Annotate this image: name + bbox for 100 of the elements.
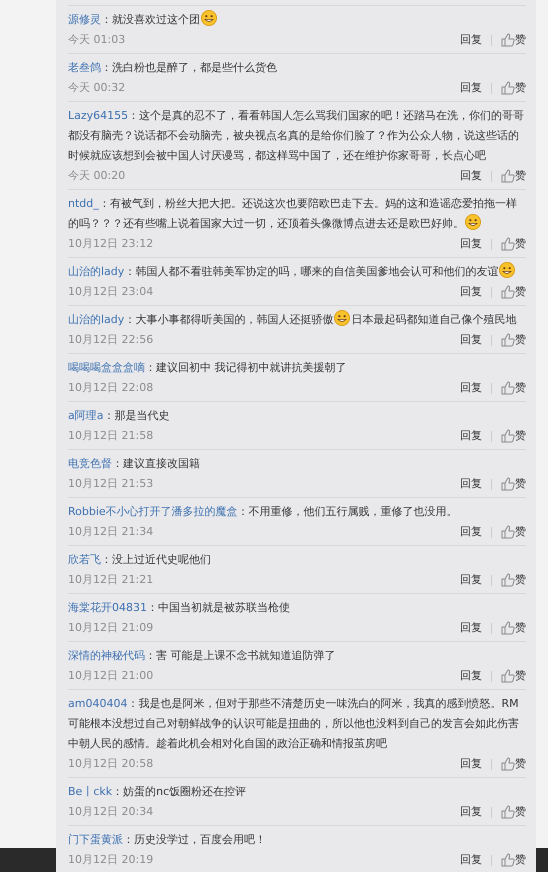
username-link[interactable]: 门下蛋黄派 [68,833,123,846]
comment-text: 深情的神秘代码：害 可能是上课不念书就知道追防弹了 [68,648,336,664]
like-link[interactable]: 赞 [515,282,526,302]
thumbs-up-icon[interactable] [501,477,515,491]
comment-time: 10月12日 20:58 [68,756,154,772]
like-link[interactable]: 赞 [515,570,526,590]
like-link[interactable]: 赞 [515,426,526,446]
thumbs-up-icon[interactable] [501,621,515,635]
username-link[interactable]: 源修灵 [68,13,101,26]
smiley-icon [201,10,217,26]
thumbs-up-icon[interactable] [501,757,515,771]
comment-text: Robbie不小心打开了潘多拉的魔盒：不用重修，他们五行属贱，重修了也没用。 [68,504,459,520]
reply-link[interactable]: 回复 [460,426,482,446]
username-link[interactable]: 老叁鸽 [68,61,101,74]
reply-link[interactable]: 回复 [460,78,482,98]
username-link[interactable]: a阿理a [68,409,104,422]
comment-text: 门下蛋黄派：历史没学过，百度会用吧！ [68,832,267,848]
reply-link[interactable]: 回复 [460,666,482,686]
comment-time: 10月12日 23:12 [68,236,154,252]
username-link[interactable]: 欣若飞 [68,553,101,566]
comment-text: 海棠花开04831：中国当初就是被苏联当枪使 [68,600,291,616]
thumbs-up-icon[interactable] [501,333,515,347]
username-link[interactable]: 喝喝喝盒盒盒嘀 [68,361,145,374]
like-link[interactable]: 赞 [515,330,526,350]
comment-time: 10月12日 21:58 [68,428,154,444]
comment-time: 今天 00:20 [68,168,126,184]
username-link[interactable]: ntdd_ [68,197,99,210]
comment-text: 欣若飞：没上过近代史呢他们 [68,552,212,568]
like-link[interactable]: 赞 [515,618,526,638]
comment-time: 10月12日 22:56 [68,332,154,348]
thumbs-up-icon[interactable] [501,525,515,539]
comment-time: 10月12日 20:19 [68,852,154,868]
comment-text: 喝喝喝盒盒盒嘀：建议回初中 我记得初中就讲抗美援朝了 [68,360,348,376]
comment-time: 10月12日 21:21 [68,572,154,588]
smiley-icon [499,262,516,278]
like-link[interactable]: 赞 [515,666,526,686]
thumbs-up-icon[interactable] [501,81,515,95]
reply-link[interactable]: 回复 [460,378,482,398]
thumbs-up-icon[interactable] [501,853,515,867]
reply-link[interactable]: 回复 [460,474,482,494]
like-link[interactable]: 赞 [515,166,526,186]
thumbs-up-icon[interactable] [501,573,515,587]
thumbs-up-icon[interactable] [501,169,515,183]
thumbs-up-icon[interactable] [501,669,515,683]
reply-link[interactable]: 回复 [460,234,482,254]
thumbs-up-icon[interactable] [501,285,515,299]
thumbs-up-icon[interactable] [501,805,515,819]
reply-link[interactable]: 回复 [460,166,482,186]
username-link[interactable]: 电竞色督 [68,457,112,470]
comment-text: ntdd_：有被气到，粉丝大把大把。还说这次也要陪欧巴走下去。妈的这和造谣恋爱拍拖一样的吗？？？还有些嘴上说着国家大过一切，还顶着头像微博点进去还是欧巴好帅。 [68,196,518,232]
like-link[interactable]: 赞 [515,802,526,822]
reply-link[interactable]: 回复 [460,850,482,870]
username-link[interactable]: 深情的神秘代码 [68,649,145,662]
username-link[interactable]: Be丨ckk [68,785,112,798]
username-link[interactable]: 山治的lady [68,265,124,278]
comment-text: a阿理a：那是当代史 [68,408,170,424]
comment-text: 电竞色督：建议直接改国籍 [68,456,201,472]
comment-time: 10月12日 20:34 [68,804,154,820]
username-link[interactable]: am040404 [68,697,128,710]
reply-link[interactable]: 回复 [460,522,482,542]
reply-link[interactable]: 回复 [460,802,482,822]
username-link[interactable]: Robbie不小心打开了潘多拉的魔盒 [68,505,238,518]
thumbs-up-icon[interactable] [501,381,515,395]
reply-link[interactable]: 回复 [460,30,482,50]
reply-link[interactable]: 回复 [460,618,482,638]
comment-time: 10月12日 21:09 [68,620,154,636]
reply-link[interactable]: 回复 [460,570,482,590]
comment-time: 今天 00:32 [68,80,126,96]
comment-time: 10月12日 21:53 [68,476,154,492]
smiley-icon [334,310,350,326]
like-link[interactable]: 赞 [515,234,526,254]
thumbs-up-icon[interactable] [501,237,515,251]
thumbs-up-icon[interactable] [501,33,515,47]
comment-time: 10月12日 23:04 [68,284,154,300]
comment-text: Lazy64155：这个是真的忍不了，看看韩国人怎么骂我们国家的吧！还踏马在洗，你们的哥哥都没有脑壳？说话都不会动脑壳，被央视点名真的是给你们脸了？作为公众人物，说这些话的时候就应该想到会被中国人讨厌谩骂，都这样骂中国了，还在维护你家哥哥，长点心吧 [68,108,526,164]
like-link[interactable]: 赞 [515,78,526,98]
like-link[interactable]: 赞 [515,522,526,542]
comment-time: 10月12日 21:00 [68,668,154,684]
comment-time: 10月12日 22:08 [68,380,154,396]
like-link[interactable]: 赞 [515,378,526,398]
username-link[interactable]: 海棠花开04831 [68,601,147,614]
like-link[interactable]: 赞 [515,850,526,870]
username-link[interactable]: 山治的lady [68,313,124,326]
comment-text: 山治的lady：韩国人都不看驻韩美军协定的吗，哪来的自信美国爹地会认可和他们的友谊 [68,262,526,282]
smiley-icon [465,214,481,230]
like-link[interactable]: 赞 [515,474,526,494]
comment-text: 山治的lady：大事小事都得听美国的，韩国人还挺骄傲 日本最起码都知道自己像个殖民地 [68,310,526,330]
like-link[interactable]: 赞 [515,30,526,50]
username-link[interactable]: Lazy64155 [68,109,128,122]
comment-time: 今天 01:03 [68,32,126,48]
like-link[interactable]: 赞 [515,754,526,774]
comment-time: 10月12日 21:34 [68,524,154,540]
comment-text: 源修灵：就没喜欢过这个团 [68,10,526,30]
comment-text: 老叁鸽：洗白粉也是醉了，都是些什么货色 [68,60,278,76]
reply-link[interactable]: 回复 [460,754,482,774]
comment-text: Be丨ckk：妨蛋的nc饭圈粉还在控评 [68,784,248,800]
reply-link[interactable]: 回复 [460,282,482,302]
reply-link[interactable]: 回复 [460,330,482,350]
thumbs-up-icon[interactable] [501,429,515,443]
comment-text: am040404：我是也是阿米，但对于那些不清楚历史一味洗白的阿米，我真的感到愤怒。RM可能根本没想过自己对朝鲜战争的认识可能是扭曲的，所以他也没料到自己的发言会如此伤害中朝人民的感情。趁着此机会相对化自国的政治正确和情报茧房吧 [68,696,520,752]
